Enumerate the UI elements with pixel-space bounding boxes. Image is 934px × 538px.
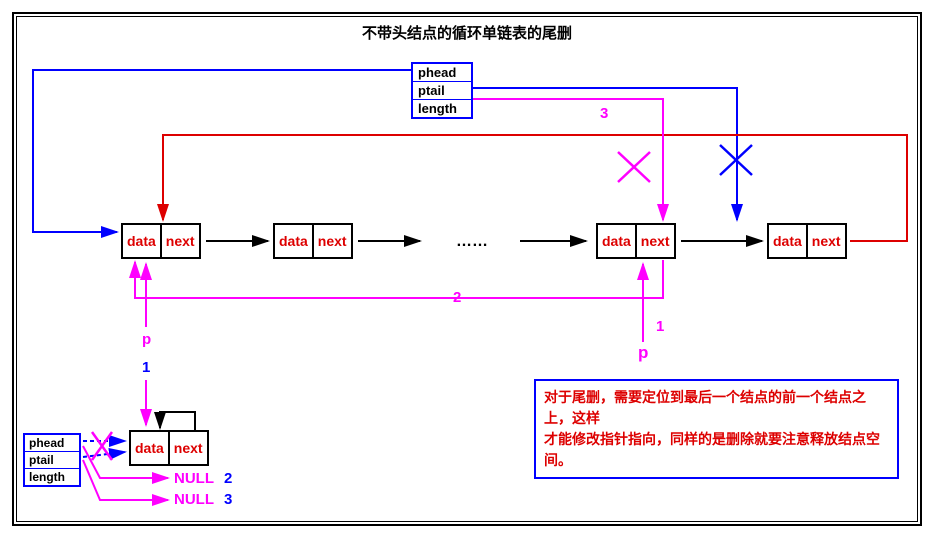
label-3-blue: 3 xyxy=(224,491,232,508)
note-line-1: 对于尾删，需要定位到最后一个结点的前一个结点之上，这样 xyxy=(544,387,889,429)
struct-length: length xyxy=(413,100,471,117)
label-2-mag: 2 xyxy=(453,289,461,306)
list-struct-bottom: phead ptail length xyxy=(23,433,81,487)
struct-length: length xyxy=(25,469,79,485)
node-2: data next xyxy=(273,223,353,259)
node-1: data next xyxy=(121,223,201,259)
diagram-title: 不带头结点的循环单链表的尾删 xyxy=(0,22,934,43)
label-null-2: NULL xyxy=(174,491,214,508)
struct-ptail: ptail xyxy=(25,452,79,469)
list-struct-top: phead ptail length xyxy=(411,62,473,119)
node-next: next xyxy=(170,432,207,464)
struct-phead: phead xyxy=(413,64,471,82)
label-null-1: NULL xyxy=(174,470,214,487)
node-data: data xyxy=(275,225,314,257)
node-data: data xyxy=(123,225,162,257)
label-1-blue: 1 xyxy=(142,359,150,376)
struct-ptail: ptail xyxy=(413,82,471,100)
node-data: data xyxy=(598,225,637,257)
node-data: data xyxy=(769,225,808,257)
node-single: data next xyxy=(129,430,209,466)
struct-phead: phead xyxy=(25,435,79,452)
node-n-1: data next xyxy=(596,223,676,259)
node-next: next xyxy=(314,225,351,257)
note-line-2: 才能修改指针指向，同样的是删除就要注意释放结点空间。 xyxy=(544,429,889,471)
label-p-bottom: p xyxy=(638,343,648,363)
label-p-top: p xyxy=(142,331,151,348)
node-n: data next xyxy=(767,223,847,259)
note-box: 对于尾删，需要定位到最后一个结点的前一个结点之上，这样 才能修改指针指向，同样的… xyxy=(534,379,899,479)
label-1-mag: 1 xyxy=(656,318,664,335)
label-2-blue: 2 xyxy=(224,470,232,487)
label-3-mag: 3 xyxy=(600,105,608,122)
node-data: data xyxy=(131,432,170,464)
node-next: next xyxy=(162,225,199,257)
ellipsis: …… xyxy=(456,233,488,251)
node-next: next xyxy=(808,225,845,257)
node-next: next xyxy=(637,225,674,257)
